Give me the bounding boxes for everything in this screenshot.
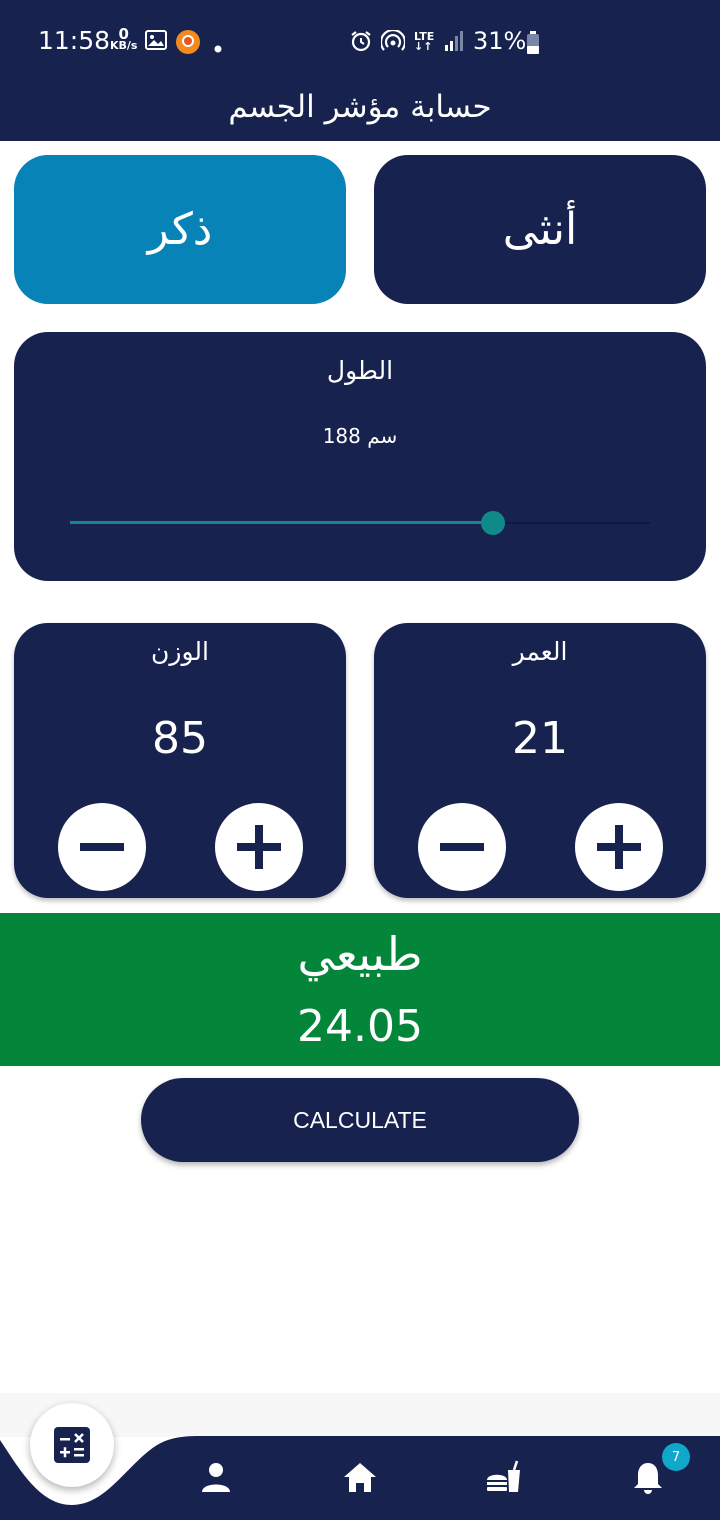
weight-increment-button[interactable] [215, 803, 303, 891]
app-bar: حسابة مؤشر الجسم [0, 86, 720, 141]
height-slider[interactable] [70, 511, 650, 535]
male-gender-button[interactable]: ذكر [14, 155, 346, 304]
calculator-fab-button[interactable] [30, 1403, 114, 1487]
age-label: العمر [512, 637, 568, 666]
lte-indicator: LTE ↓↑ [414, 30, 435, 53]
bmi-value: 24.05 [297, 1001, 423, 1052]
calculator-icon [54, 1427, 90, 1463]
plus-icon [597, 825, 641, 869]
calculate-label: CALCULATE [293, 1106, 427, 1133]
weight-decrement-button[interactable] [58, 803, 146, 891]
minus-icon [440, 843, 484, 851]
slider-fill [70, 521, 493, 524]
bell-icon [634, 1463, 662, 1494]
age-card: العمر 21 [374, 623, 706, 898]
age-value: 21 [512, 713, 568, 764]
age-decrement-button[interactable] [418, 803, 506, 891]
battery-icon [526, 31, 540, 59]
notification-badge: 7 [662, 1443, 690, 1471]
bmi-category: طبيعي [297, 927, 423, 981]
status-time: 11:58 [38, 26, 111, 55]
dot-icon [214, 38, 222, 57]
net-speed: 0 KB/s [110, 25, 138, 52]
plus-icon [237, 825, 281, 869]
home-icon [344, 1463, 376, 1492]
nav-food[interactable] [484, 1458, 524, 1498]
hotspot-icon [379, 28, 407, 56]
weight-label: الوزن [151, 637, 209, 666]
app-notification-icon [175, 29, 201, 59]
height-card: الطول 188 سم [14, 332, 706, 581]
nav-home[interactable] [340, 1458, 380, 1498]
weight-value: 85 [152, 713, 208, 764]
page-title: حسابة مؤشر الجسم [228, 89, 492, 125]
person-icon [202, 1463, 230, 1492]
weight-card: الوزن 85 [14, 623, 346, 898]
male-label: ذكر [147, 204, 213, 255]
slider-thumb[interactable] [481, 511, 505, 535]
female-gender-button[interactable]: أنثى [374, 155, 706, 304]
calculate-button[interactable]: CALCULATE [141, 1078, 579, 1162]
signal-icon [443, 30, 465, 56]
nav-notifications[interactable] [628, 1458, 668, 1498]
battery-percent: 31% [473, 27, 527, 55]
nav-profile[interactable] [196, 1458, 236, 1498]
gallery-icon [145, 30, 167, 54]
age-increment-button[interactable] [575, 803, 663, 891]
status-bar: 11:58 0 KB/s LTE ↓↑ 31% [0, 0, 720, 86]
alarm-icon [350, 30, 372, 56]
minus-icon [80, 843, 124, 851]
fastfood-icon [487, 1460, 520, 1492]
female-label: أنثى [502, 204, 578, 255]
bmi-result-panel: طبيعي 24.05 [0, 913, 720, 1066]
height-value: 188 سم [322, 424, 398, 448]
height-label: الطول [326, 356, 394, 385]
